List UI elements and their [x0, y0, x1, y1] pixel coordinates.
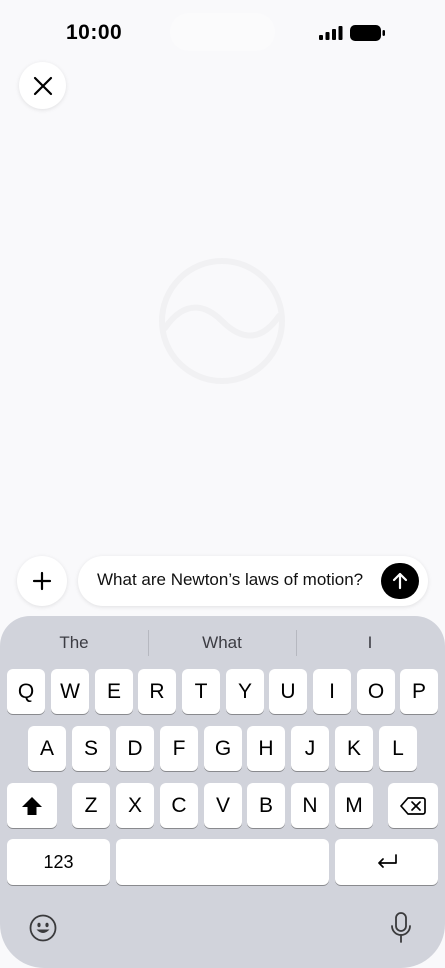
delete-icon — [400, 796, 426, 815]
key-w[interactable]: W — [51, 669, 89, 714]
predictive-text-bar: The What I — [0, 616, 445, 670]
key-p[interactable]: P — [400, 669, 438, 714]
microphone-icon — [391, 912, 411, 943]
key-x[interactable]: X — [116, 783, 154, 828]
key-m[interactable]: M — [335, 783, 373, 828]
key-e[interactable]: E — [95, 669, 133, 714]
suggestion-2[interactable]: What — [148, 633, 296, 653]
add-attachment-button[interactable] — [17, 556, 67, 606]
key-u[interactable]: U — [269, 669, 307, 714]
battery-icon — [350, 25, 385, 41]
space-key[interactable] — [116, 839, 329, 885]
send-button[interactable] — [381, 563, 419, 599]
key-k[interactable]: K — [335, 726, 373, 771]
return-icon — [377, 854, 397, 868]
key-n[interactable]: N — [291, 783, 329, 828]
key-j[interactable]: J — [291, 726, 329, 771]
shift-icon — [22, 796, 42, 815]
dictation-button[interactable] — [388, 911, 414, 945]
key-r[interactable]: R — [138, 669, 176, 714]
key-f[interactable]: F — [160, 726, 198, 771]
key-v[interactable]: V — [204, 783, 242, 828]
status-bar: 10:00 — [0, 0, 445, 66]
plus-icon — [32, 571, 52, 591]
close-button[interactable] — [19, 62, 66, 109]
arrow-up-icon — [392, 572, 408, 590]
numbers-key[interactable]: 123 — [7, 839, 110, 885]
key-q[interactable]: Q — [7, 669, 45, 714]
key-b[interactable]: B — [247, 783, 285, 828]
close-icon — [33, 76, 52, 95]
suggestion-1[interactable]: The — [0, 633, 148, 653]
suggestion-3[interactable]: I — [296, 633, 444, 653]
key-y[interactable]: Y — [226, 669, 264, 714]
key-c[interactable]: C — [160, 783, 198, 828]
return-key[interactable] — [335, 839, 438, 885]
key-h[interactable]: H — [247, 726, 285, 771]
message-input-text[interactable]: What are Newton’s laws of motion? — [97, 570, 363, 590]
emoji-icon — [29, 914, 57, 942]
key-l[interactable]: L — [379, 726, 417, 771]
key-i[interactable]: I — [313, 669, 351, 714]
keyboard: The What I Q W E R T Y U I O P A S D F G… — [0, 616, 445, 968]
key-t[interactable]: T — [182, 669, 220, 714]
key-z[interactable]: Z — [72, 783, 110, 828]
key-a[interactable]: A — [28, 726, 66, 771]
cellular-signal-icon — [319, 26, 343, 40]
assistant-logo-icon — [159, 258, 285, 384]
status-time: 10:00 — [66, 21, 123, 44]
dynamic-island — [170, 13, 275, 51]
key-d[interactable]: D — [116, 726, 154, 771]
key-o[interactable]: O — [357, 669, 395, 714]
key-g[interactable]: G — [204, 726, 242, 771]
key-s[interactable]: S — [72, 726, 110, 771]
emoji-button[interactable] — [28, 913, 58, 943]
message-input[interactable]: What are Newton’s laws of motion? — [78, 556, 428, 606]
delete-key[interactable] — [388, 783, 438, 828]
shift-key[interactable] — [7, 783, 57, 828]
